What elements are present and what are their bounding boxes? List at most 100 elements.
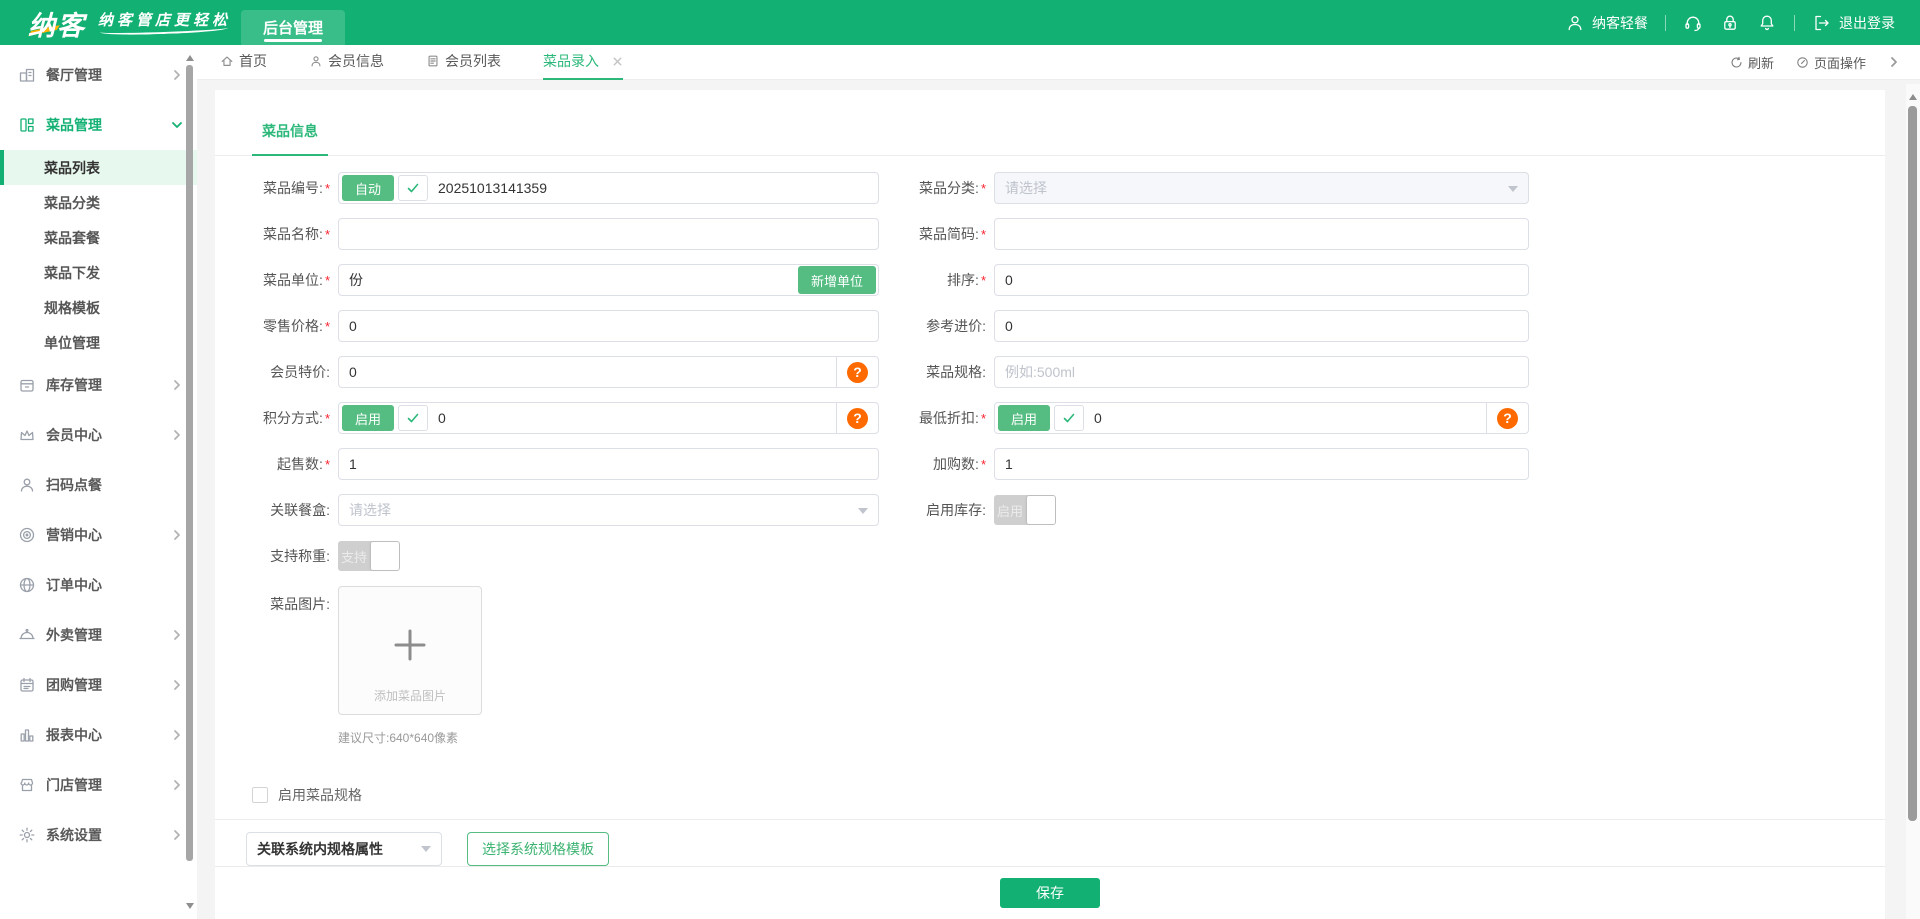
logout-button[interactable]: 退出登录 <box>1812 13 1895 33</box>
dish-unit-input[interactable] <box>339 272 798 288</box>
dish-short-code-input[interactable] <box>994 218 1529 250</box>
page-scrollbar[interactable] <box>1906 84 1920 919</box>
help-addon: ? <box>1486 403 1528 433</box>
check-icon[interactable] <box>398 405 428 431</box>
spec-attribute-select[interactable]: 关联系统内规格属性 <box>246 832 442 866</box>
sidebar-item-reports[interactable]: 报表中心 <box>0 710 197 760</box>
sidebar-subitem-dish-dispatch[interactable]: 菜品下发 <box>0 255 197 290</box>
logout-icon <box>1812 13 1832 33</box>
tab-dish-entry[interactable]: 菜品录入 <box>543 45 623 80</box>
tab-home[interactable]: 首页 <box>220 45 267 80</box>
scroll-up-arrow[interactable] <box>1909 90 1917 100</box>
check-icon[interactable] <box>1054 405 1084 431</box>
save-button[interactable]: 保存 <box>1000 878 1100 908</box>
chevron-right-icon[interactable] <box>1888 56 1900 68</box>
sidebar-item-dishes[interactable]: 菜品管理 <box>0 100 197 150</box>
app-logo: 纳客 <box>28 11 86 41</box>
sidebar-subitem-dish-list[interactable]: 菜品列表 <box>0 150 197 185</box>
tab-label: 菜品录入 <box>543 53 599 69</box>
min-sale-qty-input[interactable] <box>338 448 879 480</box>
sidebar-item-restaurant[interactable]: 餐厅管理 <box>0 50 197 100</box>
bell-icon[interactable] <box>1757 13 1777 33</box>
page-operations-button[interactable]: 页面操作 <box>1796 53 1866 72</box>
dish-spec-input[interactable] <box>994 356 1529 388</box>
app-header: 纳客 纳客管店更轻松 后台管理 纳客轻餐 退出登录 <box>0 0 1920 45</box>
sidebar-scrollbar-thumb[interactable] <box>186 65 193 861</box>
field-label: 菜品图片: <box>270 596 330 612</box>
refresh-button[interactable]: 刷新 <box>1730 53 1774 72</box>
page-operations-label: 页面操作 <box>1813 55 1866 71</box>
sidebar-item-takeout[interactable]: 外卖管理 <box>0 610 197 660</box>
scroll-up-arrow[interactable] <box>186 51 194 61</box>
sort-input[interactable] <box>994 264 1529 296</box>
question-icon[interactable]: ? <box>1497 407 1518 429</box>
nav-tab-backend[interactable]: 后台管理 <box>241 10 345 45</box>
subitem-label: 菜品列表 <box>44 159 100 176</box>
min-discount-input[interactable] <box>1084 410 1486 426</box>
sidebar-subitem-dish-category[interactable]: 菜品分类 <box>0 185 197 220</box>
subitem-label: 菜品套餐 <box>44 229 100 246</box>
sidebar-item-label: 库存管理 <box>46 377 102 393</box>
enable-stock-switch[interactable]: 启用 <box>994 495 1056 525</box>
field-label: 关联餐盒: <box>270 502 330 518</box>
retail-price-input[interactable] <box>338 310 879 342</box>
field-label: 菜品编号: * <box>263 180 330 196</box>
add-unit-button[interactable]: 新增单位 <box>798 266 876 294</box>
settings-icon <box>18 826 36 844</box>
discount-enable-button[interactable]: 启用 <box>998 405 1050 431</box>
headset-icon[interactable] <box>1683 13 1703 33</box>
question-icon[interactable]: ? <box>847 361 868 383</box>
nav-tab-underline <box>264 39 322 42</box>
spec-attribute-row: 关联系统内规格属性 选择系统规格模板 <box>215 820 1885 866</box>
user-icon <box>1565 13 1585 33</box>
weighing-switch[interactable]: 支持 <box>338 541 400 571</box>
tab-member-list[interactable]: 会员列表 <box>426 45 501 80</box>
account-menu[interactable]: 纳客轻餐 <box>1565 13 1648 33</box>
sidebar-item-groupbuy[interactable]: 团购管理 <box>0 660 197 710</box>
home-icon <box>220 54 234 68</box>
chevron-right-icon <box>171 729 183 741</box>
sidebar-item-member-center[interactable]: 会员中心 <box>0 410 197 460</box>
scroll-down-arrow[interactable] <box>186 903 194 913</box>
lock-icon[interactable] <box>1720 13 1740 33</box>
sidebar-item-marketing[interactable]: 营销中心 <box>0 510 197 560</box>
image-upload-box[interactable]: 添加菜品图片 <box>338 586 482 715</box>
sidebar-scrollbar[interactable] <box>185 51 195 913</box>
required-mark: * <box>324 181 330 196</box>
sidebar-item-settings[interactable]: 系统设置 <box>0 810 197 860</box>
member-price-input[interactable] <box>339 364 836 380</box>
sidebar-item-scan-order[interactable]: 扫码点餐 <box>0 460 197 510</box>
check-icon[interactable] <box>398 175 428 201</box>
required-mark: * <box>980 457 986 472</box>
sidebar-subitem-dish-combo[interactable]: 菜品套餐 <box>0 220 197 255</box>
question-icon[interactable]: ? <box>847 407 868 429</box>
enable-dish-spec-checkbox[interactable] <box>252 787 268 803</box>
tab-member-info[interactable]: 会员信息 <box>309 45 384 80</box>
select-placeholder: 请选择 <box>1005 180 1047 196</box>
dish-category-select[interactable]: 请选择 <box>994 172 1529 204</box>
sidebar-subitem-unit-management[interactable]: 单位管理 <box>0 325 197 360</box>
sidebar-item-inventory[interactable]: 库存管理 <box>0 360 197 410</box>
meal-box-select[interactable]: 请选择 <box>338 494 879 526</box>
auto-code-button[interactable]: 自动 <box>342 175 394 201</box>
add-cart-qty-input[interactable] <box>994 448 1529 480</box>
field-label: 菜品名称: * <box>263 226 330 242</box>
reference-price-input[interactable] <box>994 310 1529 342</box>
select-value: 关联系统内规格属性 <box>257 841 383 857</box>
close-icon[interactable] <box>612 56 623 67</box>
takeout-icon <box>18 626 36 644</box>
sidebar-subitem-spec-template[interactable]: 规格模板 <box>0 290 197 325</box>
sidebar-item-order-center[interactable]: 订单中心 <box>0 560 197 610</box>
points-enable-button[interactable]: 启用 <box>342 405 394 431</box>
dish-code-input[interactable] <box>428 180 878 196</box>
subitem-label: 单位管理 <box>44 334 100 351</box>
choose-spec-template-button[interactable]: 选择系统规格模板 <box>467 832 609 866</box>
dish-name-input[interactable] <box>338 218 879 250</box>
form-row: 起售数:* 加购数:* <box>215 448 1885 480</box>
tab-dish-info[interactable]: 菜品信息 <box>252 121 328 156</box>
points-value-input[interactable] <box>428 410 836 426</box>
required-mark: * <box>980 227 986 242</box>
sidebar-item-stores[interactable]: 门店管理 <box>0 760 197 810</box>
chevron-right-icon <box>171 829 183 841</box>
page-scrollbar-thumb[interactable] <box>1908 106 1917 821</box>
